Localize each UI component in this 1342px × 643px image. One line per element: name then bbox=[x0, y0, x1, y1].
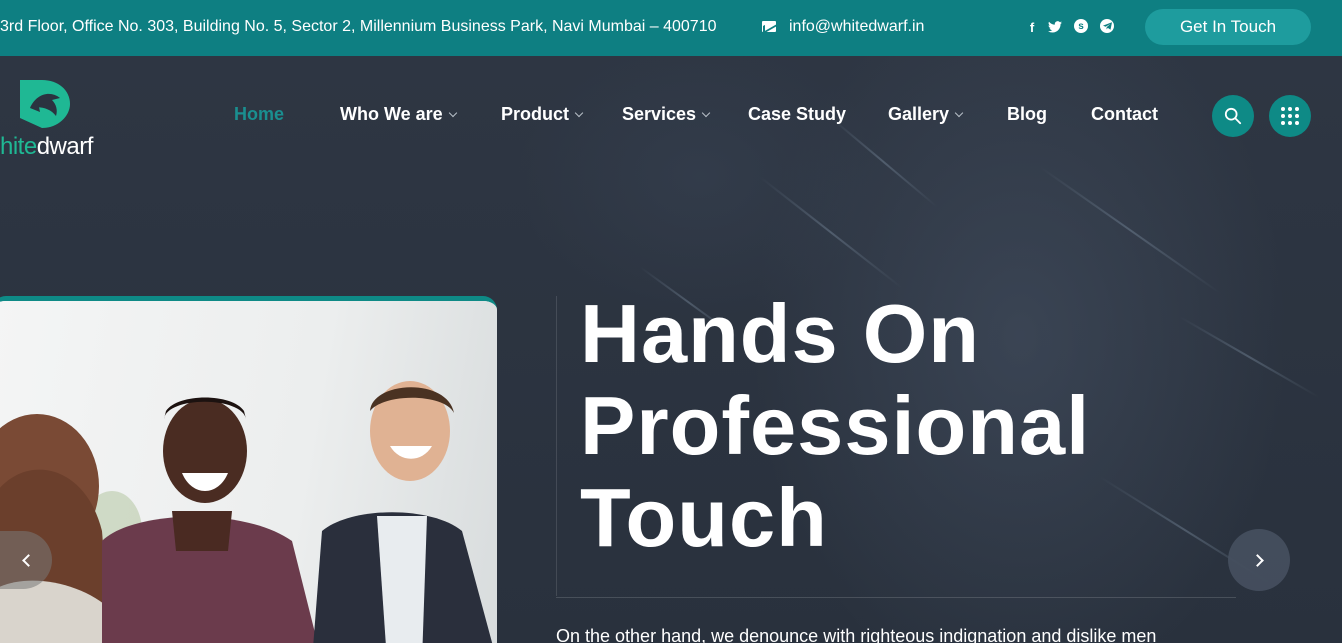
nav-item-contact[interactable]: Contact bbox=[1091, 104, 1158, 125]
nav-item-home[interactable]: Home bbox=[234, 104, 284, 125]
mail-icon bbox=[762, 21, 776, 32]
hero-divider-vertical bbox=[556, 296, 557, 596]
nav-item-gallery[interactable]: Gallery bbox=[888, 104, 964, 125]
chevron-down-icon bbox=[574, 108, 584, 117]
top-info-bar: 3rd Floor, Office No. 303, Building No. … bbox=[0, 0, 1342, 56]
search-icon bbox=[1224, 107, 1242, 125]
nav-item-blog[interactable]: Blog bbox=[1007, 104, 1047, 125]
skype-icon[interactable]: s bbox=[1074, 19, 1088, 33]
chevron-down-icon bbox=[701, 108, 711, 117]
slider-next-button[interactable] bbox=[1228, 529, 1290, 591]
nav-item-who-we-are[interactable]: Who We are bbox=[340, 104, 457, 125]
search-button[interactable] bbox=[1212, 95, 1254, 137]
email-link[interactable]: info@whitedwarf.in bbox=[789, 18, 924, 36]
nav-item-product[interactable]: Product bbox=[501, 104, 584, 125]
twitter-icon[interactable] bbox=[1047, 19, 1063, 35]
menu-grid-button[interactable] bbox=[1269, 95, 1311, 137]
hero-headline: Hands On Professional Touch bbox=[580, 287, 1091, 564]
logo-wordmark: hitedwarf bbox=[0, 133, 93, 160]
nav-item-case-study[interactable]: Case Study bbox=[748, 104, 846, 125]
nav-item-services[interactable]: Services bbox=[622, 104, 711, 125]
hero-image bbox=[0, 296, 497, 643]
chevron-right-icon bbox=[1250, 553, 1264, 567]
hero-divider-horizontal bbox=[556, 597, 1236, 598]
chevron-down-icon bbox=[448, 108, 457, 117]
chevron-left-icon bbox=[21, 553, 35, 567]
get-in-touch-button[interactable]: Get In Touch bbox=[1145, 9, 1311, 45]
address-text: 3rd Floor, Office No. 303, Building No. … bbox=[0, 18, 717, 35]
site-logo[interactable]: hitedwarf bbox=[0, 76, 130, 162]
hero-paragraph: On the other hand, we denounce with righ… bbox=[556, 626, 1157, 643]
facebook-icon[interactable]: f bbox=[1024, 19, 1040, 35]
chevron-down-icon bbox=[954, 108, 964, 117]
logo-mark-icon bbox=[20, 80, 70, 128]
telegram-icon[interactable] bbox=[1100, 19, 1114, 33]
grid-icon bbox=[1281, 107, 1299, 125]
